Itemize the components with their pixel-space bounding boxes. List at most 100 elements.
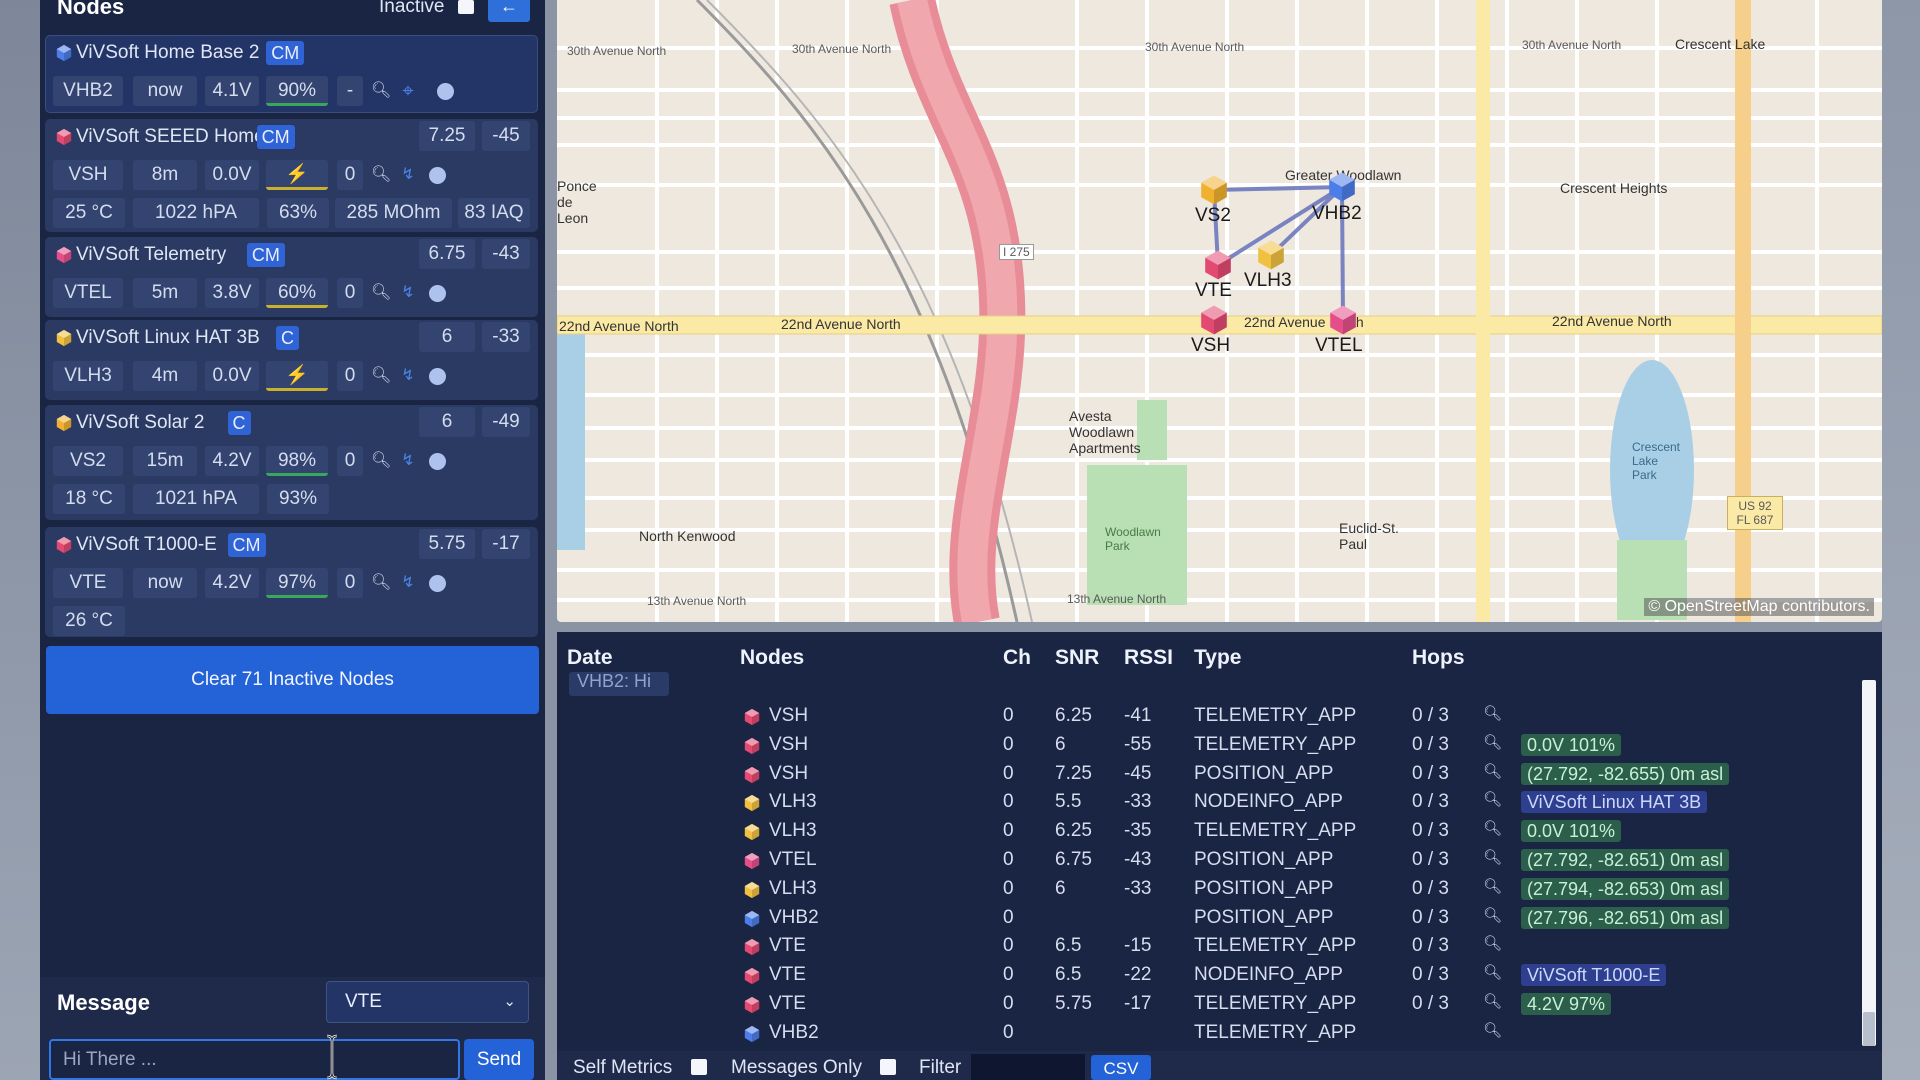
node-stat: - xyxy=(337,76,363,106)
inactive-checkbox[interactable] xyxy=(458,0,474,14)
packet-hops: 0 / 3 xyxy=(1412,733,1449,755)
col-header-hops[interactable]: Hops xyxy=(1412,646,1465,670)
node-rssi: -49 xyxy=(482,407,530,437)
packet-snr: 6.5 xyxy=(1055,935,1082,957)
globe-icon[interactable] xyxy=(437,83,454,100)
background-left xyxy=(0,0,40,1080)
col-header-type[interactable]: Type xyxy=(1194,646,1241,670)
clear-inactive-nodes-button[interactable]: Clear 71 Inactive Nodes xyxy=(46,646,539,714)
search-icon[interactable]: 🔍︎ xyxy=(1483,848,1502,866)
search-icon[interactable]: 🔍︎ xyxy=(1483,906,1502,924)
collapse-arrow-button[interactable]: ← xyxy=(488,0,530,22)
node-card[interactable]: ViVSoft Solar 2 C 6 -49 VS2 15m 4.2V 98% 0 🔍︎ ↯ 18 … xyxy=(45,405,538,520)
col-header-nodes[interactable]: Nodes xyxy=(740,646,804,670)
packet-type: NODEINFO_APP xyxy=(1194,964,1343,986)
node-rssi: -17 xyxy=(482,529,530,559)
map-view[interactable]: 30th Avenue North 30th Avenue North 30th… xyxy=(557,0,1882,622)
messages-only-checkbox[interactable] xyxy=(880,1059,896,1075)
search-icon[interactable]: 🔍︎ xyxy=(1483,992,1502,1010)
col-header-snr[interactable]: SNR xyxy=(1055,646,1099,670)
packet-row[interactable]: VSH 0 7.25 -45 POSITION_APP 0 / 3 🔍︎ (27.792, -… xyxy=(557,760,1882,788)
scrollbar-thumb[interactable] xyxy=(1863,1012,1875,1046)
globe-icon[interactable] xyxy=(429,167,446,184)
csv-export-button[interactable]: CSV xyxy=(1091,1055,1151,1080)
packet-row[interactable]: VLH3 0 6.25 -35 TELEMETRY_APP 0 / 3 🔍︎ 0.0V 101… xyxy=(557,817,1882,845)
packet-node: VHB2 xyxy=(769,906,819,928)
node-stats-row: VTEL 5m 3.8V 60% 0 🔍︎ ↯ xyxy=(45,274,538,310)
search-icon[interactable]: 🔍︎ xyxy=(371,452,391,470)
node-stat: 8m xyxy=(133,160,197,190)
packet-row[interactable]: VHB2 0 POSITION_APP 0 / 3 🔍︎ (27.796, -82.651… xyxy=(557,904,1882,932)
node-stat: VSH xyxy=(53,160,123,190)
col-header-ch[interactable]: Ch xyxy=(1003,646,1031,670)
traceroute-icon[interactable]: ↯ xyxy=(399,284,417,302)
node-stat: VTEL xyxy=(53,278,123,308)
globe-icon[interactable] xyxy=(429,575,446,592)
search-icon[interactable]: 🔍︎ xyxy=(1483,819,1502,837)
street-label: 22nd Avenue North xyxy=(559,318,679,334)
self-metrics-checkbox[interactable] xyxy=(691,1059,707,1075)
search-icon[interactable]: 🔍︎ xyxy=(1483,762,1502,780)
node-card[interactable]: ViVSoft Linux HAT 3B C 6 -33 VLH3 4m 0.0V ⚡ 0 🔍︎ ↯ xyxy=(45,320,538,400)
search-icon[interactable]: 🔍︎ xyxy=(371,166,391,184)
search-icon[interactable]: 🔍︎ xyxy=(371,284,391,302)
packet-row[interactable]: VTE 0 5.75 -17 TELEMETRY_APP 0 / 3 🔍︎ 4.2V 97% xyxy=(557,990,1882,1018)
globe-icon[interactable] xyxy=(429,285,446,302)
node-stats-row: VS2 15m 4.2V 98% 0 🔍︎ ↯ xyxy=(45,442,538,478)
search-icon[interactable]: 🔍︎ xyxy=(1483,704,1502,722)
locate-icon[interactable]: ⌖ xyxy=(399,81,417,101)
node-icon xyxy=(55,536,73,554)
node-card[interactable]: ViVSoft T1000-E CM 5.75 -17 VTE now 4.2V 97% 0 🔍︎… xyxy=(45,527,538,637)
message-target-select[interactable]: VTE ⌄ xyxy=(326,981,529,1023)
packet-hops: 0 / 3 xyxy=(1412,877,1449,899)
globe-icon[interactable] xyxy=(429,453,446,470)
packet-row[interactable]: VTE 0 6.5 -22 NODEINFO_APP 0 / 3 🔍︎ ViVSoft T10… xyxy=(557,961,1882,989)
search-icon[interactable]: 🔍︎ xyxy=(1483,934,1502,952)
search-icon[interactable]: 🔍︎ xyxy=(1483,790,1502,808)
node-card[interactable]: ViVSoft SEEED Home CM 7.25 -45 VSH 8m 0.0V ⚡ 0 🔍︎… xyxy=(45,119,538,232)
packet-snr: 6.25 xyxy=(1055,705,1092,726)
charging-icon: ⚡ xyxy=(285,164,309,185)
message-area: Message VTE ⌄ Hi There ... Send xyxy=(40,977,545,1080)
search-icon[interactable]: 🔍︎ xyxy=(1483,963,1502,981)
send-button[interactable]: Send xyxy=(464,1039,534,1080)
search-icon[interactable]: 🔍︎ xyxy=(371,367,391,385)
node-icon xyxy=(743,823,761,841)
packet-row[interactable]: VSH 0 6.25 -41 TELEMETRY_APP 0 / 3 🔍︎ xyxy=(557,702,1882,730)
message-input[interactable]: Hi There ... xyxy=(49,1039,460,1080)
col-header-rssi[interactable]: RSSI xyxy=(1124,646,1173,670)
node-stat: 0 xyxy=(337,446,363,476)
search-icon[interactable]: 🔍︎ xyxy=(1483,733,1502,751)
node-icon xyxy=(743,794,761,812)
node-card[interactable]: ViVSoft Home Base 2 CM VHB2 now 4.1V 90% - 🔍︎ ⌖ xyxy=(45,35,538,113)
node-card[interactable]: ViVSoft Telemetry CM 6.75 -43 VTEL 5m 3.8V 60% 0… xyxy=(45,237,538,317)
col-header-date[interactable]: Date xyxy=(567,646,613,670)
traceroute-icon[interactable]: ↯ xyxy=(399,452,417,470)
traceroute-icon[interactable]: ↯ xyxy=(399,166,417,184)
packet-row[interactable]: VHB2 0 TELEMETRY_APP 🔍︎ xyxy=(557,1019,1882,1045)
node-icon xyxy=(743,737,761,755)
map-attribution: © OpenStreetMap contributors. xyxy=(1644,598,1874,616)
scrollbar[interactable] xyxy=(1862,680,1876,1046)
traceroute-icon[interactable]: ↯ xyxy=(399,367,417,385)
packet-row[interactable]: VTEL 0 6.75 -43 POSITION_APP 0 / 3 🔍︎ (27.792, … xyxy=(557,846,1882,874)
node-rssi: -33 xyxy=(482,322,530,352)
packet-row[interactable]: VLH3 0 6 -33 POSITION_APP 0 / 3 🔍︎ (27.794, -82… xyxy=(557,875,1882,903)
search-icon[interactable]: 🔍︎ xyxy=(1483,877,1502,895)
packet-hops: 0 / 3 xyxy=(1412,964,1449,986)
traceroute-icon[interactable]: ↯ xyxy=(399,574,417,592)
packet-row[interactable]: VTE 0 6.5 -15 TELEMETRY_APP 0 / 3 🔍︎ xyxy=(557,932,1882,960)
packet-row[interactable]: VSH 0 6 -55 TELEMETRY_APP 0 / 3 🔍︎ 0.0V 101% xyxy=(557,731,1882,759)
node-stats-row: VSH 8m 0.0V ⚡ 0 🔍︎ ↯ xyxy=(45,156,538,192)
search-icon[interactable]: 🔍︎ xyxy=(371,82,391,100)
place-label: Ponce de Leon xyxy=(557,178,597,226)
globe-icon[interactable] xyxy=(429,368,446,385)
search-icon[interactable]: 🔍︎ xyxy=(371,574,391,592)
packet-rssi: -33 xyxy=(1124,791,1152,813)
filter-input[interactable] xyxy=(971,1054,1085,1080)
search-icon[interactable]: 🔍︎ xyxy=(1483,1021,1502,1039)
packet-node: VTE xyxy=(769,935,806,957)
node-icon xyxy=(743,852,761,870)
node-stat: 0 xyxy=(337,278,363,308)
packet-row[interactable]: VLH3 0 5.5 -33 NODEINFO_APP 0 / 3 🔍︎ ViVSoft Li… xyxy=(557,788,1882,816)
